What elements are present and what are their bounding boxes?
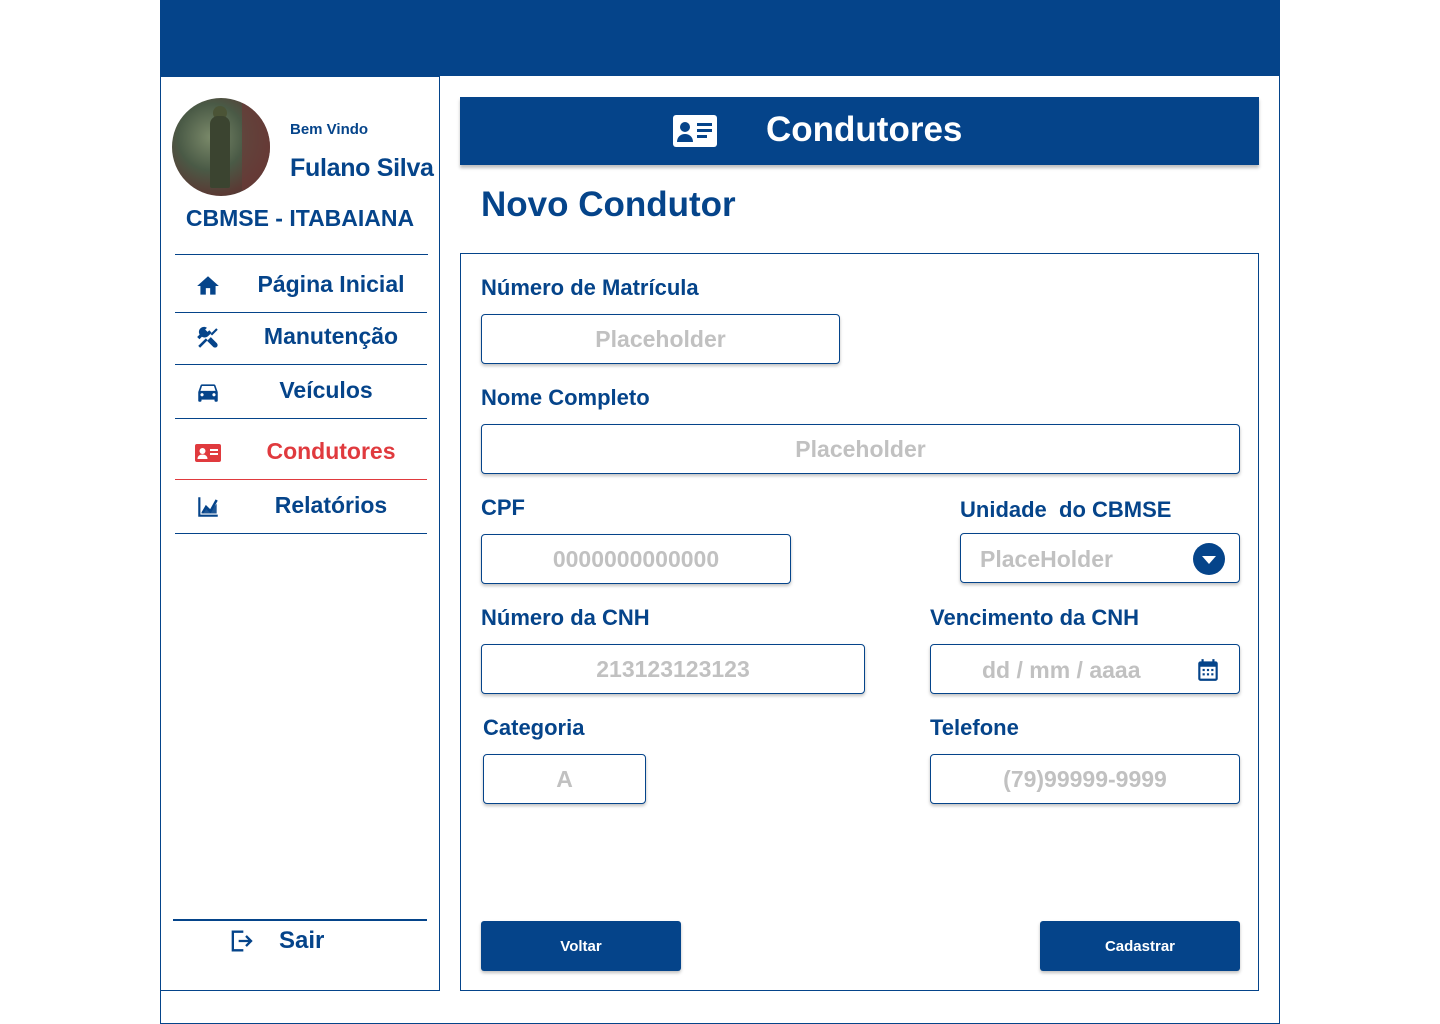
section-header: Condutores bbox=[460, 97, 1259, 165]
sidebar-item-veiculos[interactable]: Veículos bbox=[175, 365, 427, 419]
sidebar-item-label: Relatórios bbox=[274, 492, 388, 518]
categoria-label: Categoria bbox=[483, 715, 585, 740]
avatar[interactable] bbox=[172, 98, 270, 196]
user-name: Fulano Silva bbox=[290, 154, 434, 182]
sidebar-item-pagina-inicial[interactable]: Página Inicial bbox=[175, 259, 427, 313]
vencimento-label: Vencimento da CNH bbox=[930, 605, 1140, 630]
page-title: Novo Condutor bbox=[481, 185, 736, 224]
section-title: Condutores bbox=[766, 110, 963, 149]
sidebar-item-relatorios[interactable]: Relatórios bbox=[175, 480, 427, 534]
sidebar: Bem Vindo Fulano Silva CBMSE - ITABAIANA… bbox=[161, 76, 440, 991]
telefone-input[interactable] bbox=[930, 754, 1240, 804]
user-unit: CBMSE - ITABAIANA bbox=[185, 205, 415, 231]
sidebar-item-label: Condutores bbox=[266, 438, 396, 464]
sidebar-item-label: Veículos bbox=[279, 377, 373, 403]
matricula-label: Número de Matrícula bbox=[481, 275, 699, 300]
tools-icon bbox=[197, 326, 218, 348]
top-bar bbox=[161, 1, 1279, 76]
logout-label: Sair bbox=[279, 927, 325, 954]
sidebar-item-label: Manutenção bbox=[263, 323, 399, 349]
car-icon bbox=[198, 384, 218, 402]
vencimento-placeholder: dd / mm / aaaa bbox=[982, 657, 1141, 683]
telefone-label: Telefone bbox=[930, 715, 1019, 740]
matricula-input[interactable] bbox=[481, 314, 840, 364]
back-button[interactable]: Voltar bbox=[481, 921, 681, 971]
cnh-label: Número da CNH bbox=[481, 605, 650, 630]
divider bbox=[173, 919, 427, 921]
id-card-icon bbox=[673, 115, 717, 147]
vencimento-date-input[interactable]: dd / mm / aaaa bbox=[930, 644, 1240, 694]
sidebar-item-condutores[interactable]: Condutores bbox=[175, 426, 427, 480]
unidade-label: Unidade do CBMSE bbox=[960, 497, 1172, 522]
cnh-input[interactable] bbox=[481, 644, 865, 694]
categoria-input[interactable] bbox=[483, 754, 646, 804]
nome-input[interactable] bbox=[481, 424, 1240, 474]
home-icon bbox=[197, 276, 219, 295]
calendar-icon[interactable] bbox=[1195, 657, 1221, 683]
welcome-text: Bem Vindo bbox=[290, 121, 369, 138]
nome-label: Nome Completo bbox=[481, 385, 650, 410]
id-card-icon bbox=[195, 444, 221, 462]
submit-button[interactable]: Cadastrar bbox=[1040, 921, 1240, 971]
app-frame: Bem Vindo Fulano Silva CBMSE - ITABAIANA… bbox=[160, 0, 1280, 1024]
chevron-down-icon bbox=[1193, 543, 1225, 575]
sidebar-item-manutencao[interactable]: Manutenção bbox=[175, 311, 427, 365]
logout-icon bbox=[231, 930, 253, 952]
logout-button[interactable]: Sair bbox=[227, 925, 387, 965]
cpf-label: CPF bbox=[481, 495, 525, 520]
chart-icon bbox=[198, 497, 218, 517]
unidade-select-value: PlaceHolder bbox=[980, 546, 1113, 572]
cpf-input[interactable] bbox=[481, 534, 791, 584]
unidade-select[interactable]: PlaceHolder bbox=[960, 533, 1240, 583]
sidebar-item-label: Página Inicial bbox=[257, 271, 405, 297]
divider bbox=[175, 254, 428, 255]
